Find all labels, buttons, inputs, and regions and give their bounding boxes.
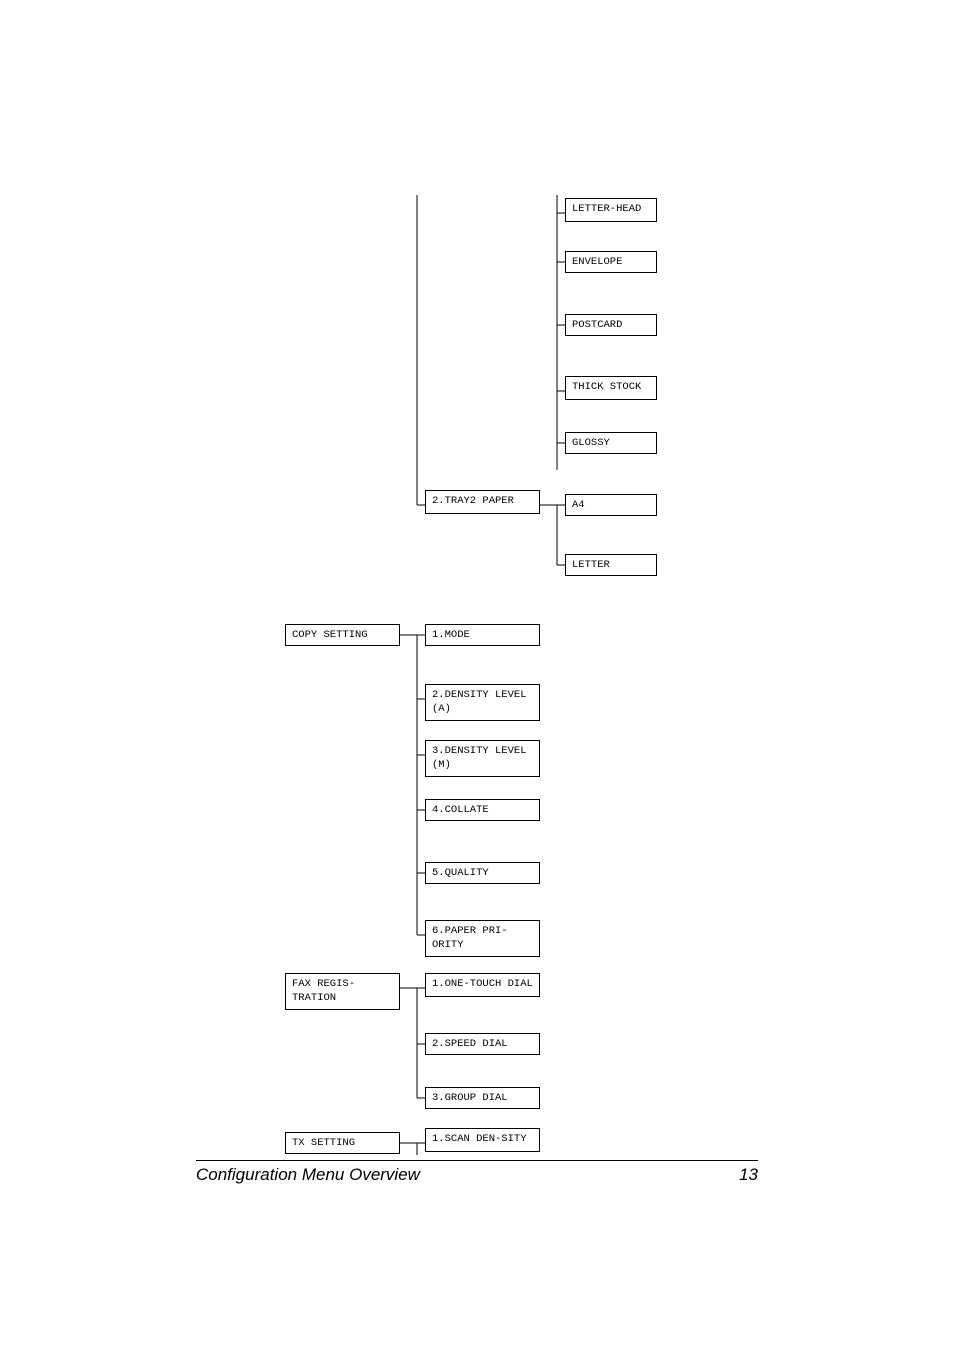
menu-item-collate: 4.COLLATE	[425, 799, 540, 821]
footer-rule	[196, 1160, 758, 1161]
menu-tree-diagram: LETTER-HEAD ENVELOPE POSTCARD THICK STOC…	[285, 195, 695, 1155]
menu-item-glossy: GLOSSY	[565, 432, 657, 454]
menu-item-letterhead: LETTER-HEAD	[565, 198, 657, 222]
connector-lines	[285, 195, 695, 1155]
menu-item-copy-setting: COPY SETTING	[285, 624, 400, 646]
menu-item-tx-setting: TX SETTING	[285, 1132, 400, 1154]
menu-item-density-a: 2.DENSITY LEVEL (A)	[425, 684, 540, 721]
menu-item-mode: 1.MODE	[425, 624, 540, 646]
menu-item-quality: 5.QUALITY	[425, 862, 540, 884]
menu-item-a4: A4	[565, 494, 657, 516]
menu-item-group-dial: 3.GROUP DIAL	[425, 1087, 540, 1109]
page-number: 13	[739, 1165, 758, 1185]
menu-item-fax-registration: FAX REGIS-TRATION	[285, 973, 400, 1010]
menu-item-letter: LETTER	[565, 554, 657, 576]
menu-item-thickstock: THICK STOCK	[565, 376, 657, 400]
menu-item-envelope: ENVELOPE	[565, 251, 657, 273]
page-footer: Configuration Menu Overview 13	[196, 1160, 758, 1185]
footer-title: Configuration Menu Overview	[196, 1165, 420, 1185]
menu-item-scan-density: 1.SCAN DEN-SITY	[425, 1128, 540, 1152]
menu-item-density-m: 3.DENSITY LEVEL (M)	[425, 740, 540, 777]
menu-item-paper-priority: 6.PAPER PRI-ORITY	[425, 920, 540, 957]
menu-item-speed-dial: 2.SPEED DIAL	[425, 1033, 540, 1055]
menu-item-tray2paper: 2.TRAY2 PAPER	[425, 490, 540, 514]
menu-item-postcard: POSTCARD	[565, 314, 657, 336]
menu-item-onetouch-dial: 1.ONE-TOUCH DIAL	[425, 973, 540, 997]
